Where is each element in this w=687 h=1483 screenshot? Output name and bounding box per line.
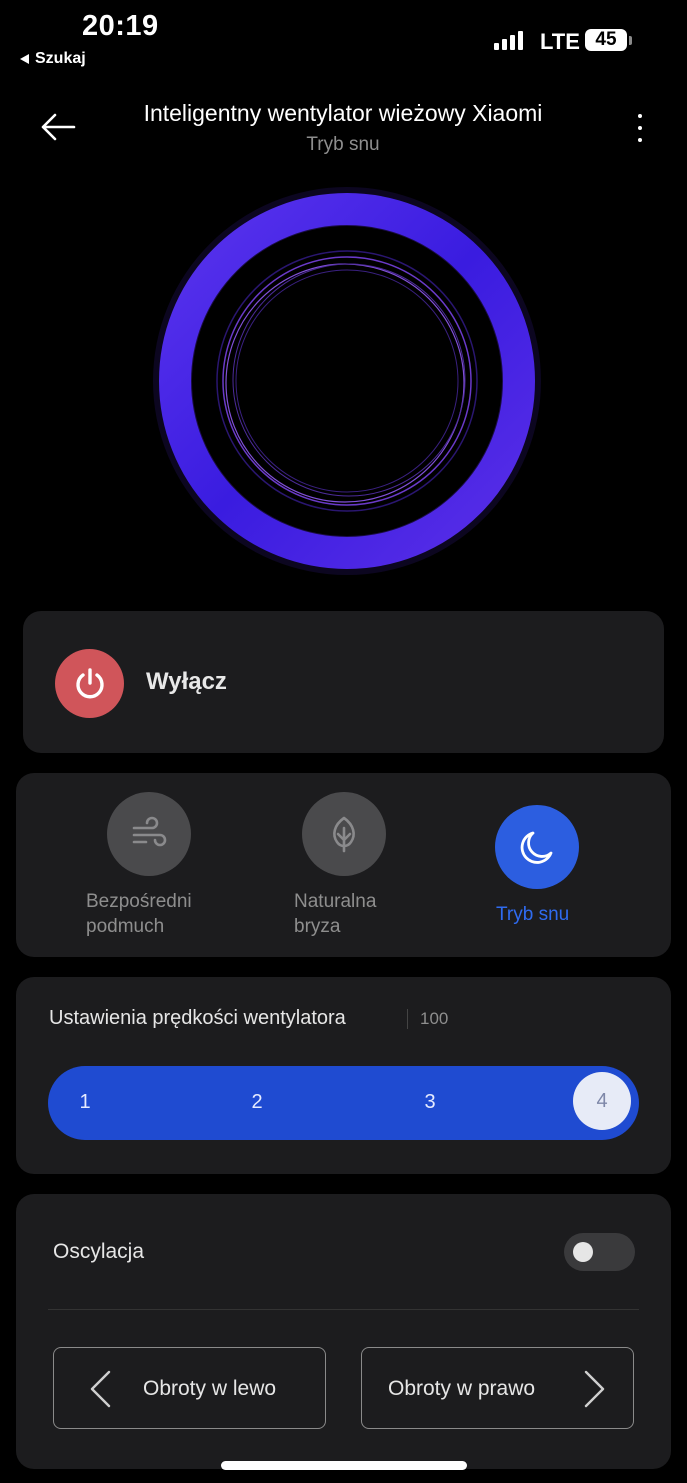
rotate-left-label: Obroty w lewo bbox=[143, 1377, 277, 1400]
speed-separator bbox=[407, 1009, 408, 1029]
oscillation-toggle-knob bbox=[573, 1242, 593, 1262]
speed-value: 100 bbox=[420, 1009, 449, 1028]
battery-tip bbox=[629, 36, 632, 45]
cellular-signal-icon bbox=[494, 30, 523, 50]
wind-icon bbox=[132, 816, 167, 847]
home-indicator[interactable] bbox=[221, 1461, 467, 1470]
mode-sleep-button[interactable] bbox=[495, 805, 579, 889]
moon-icon bbox=[520, 831, 553, 864]
power-label: Wyłącz bbox=[146, 668, 227, 695]
mode-natural-label: Naturalna bryza bbox=[294, 891, 377, 937]
mode-direct-label: Bezpośredni podmuch bbox=[86, 891, 192, 937]
back-app-label: Szukaj bbox=[35, 50, 86, 67]
speed-level-2[interactable]: 2 bbox=[237, 1091, 277, 1114]
fan-status-ring bbox=[153, 187, 541, 575]
power-icon bbox=[75, 667, 104, 698]
battery-level: 45 bbox=[595, 29, 617, 50]
rotate-right-label: Obroty w prawo bbox=[388, 1377, 536, 1400]
oscillation-label: Oscylacja bbox=[53, 1240, 145, 1263]
speed-slider-track[interactable] bbox=[48, 1066, 639, 1140]
speed-level-1[interactable]: 1 bbox=[65, 1091, 105, 1114]
mode-natural-button[interactable] bbox=[302, 792, 386, 876]
speed-level-3[interactable]: 3 bbox=[410, 1091, 450, 1114]
page-title: Inteligentny wentylator wieżowy Xiaomi bbox=[143, 100, 543, 126]
power-button[interactable] bbox=[55, 649, 124, 718]
speed-slider-knob[interactable]: 4 bbox=[573, 1072, 631, 1130]
leaf-icon bbox=[333, 816, 355, 853]
more-options-icon[interactable] bbox=[632, 114, 648, 142]
back-to-app-link[interactable]: Szukaj bbox=[20, 50, 86, 68]
status-time: 20:19 bbox=[82, 10, 159, 42]
mode-sleep-label: Tryb snu bbox=[496, 904, 570, 925]
network-type: LTE bbox=[540, 29, 580, 54]
back-arrow-icon[interactable] bbox=[40, 112, 76, 142]
speed-title: Ustawienia prędkości wentylatora bbox=[49, 1007, 346, 1029]
chevron-left-icon bbox=[90, 1370, 111, 1408]
speed-level-4: 4 bbox=[596, 1089, 608, 1112]
page-subtitle: Tryb snu bbox=[306, 134, 380, 155]
battery-icon: 45 bbox=[585, 29, 627, 51]
mode-direct-button[interactable] bbox=[107, 792, 191, 876]
back-triangle-icon bbox=[20, 54, 29, 64]
divider bbox=[48, 1309, 639, 1310]
chevron-right-icon bbox=[584, 1370, 605, 1408]
